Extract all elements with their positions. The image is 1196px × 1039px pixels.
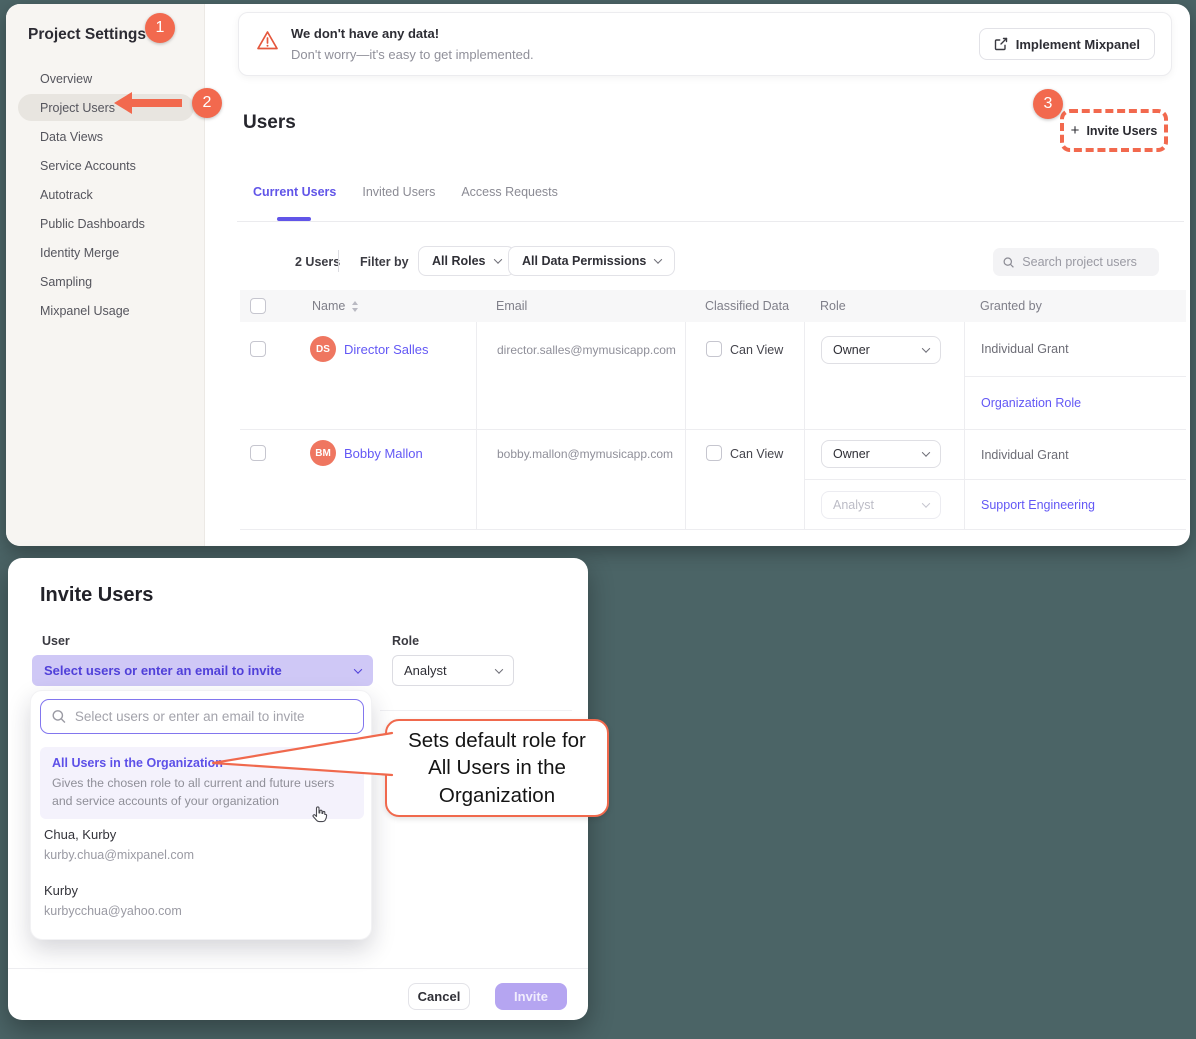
chevron-down-icon xyxy=(654,255,662,263)
user-field-label: User xyxy=(42,634,70,648)
banner-subtitle: Don't worry—it's easy to get implemented… xyxy=(291,47,534,62)
settings-sidebar: Project Settings Overview Project Users … xyxy=(6,4,205,546)
chevron-down-icon xyxy=(922,448,930,456)
user-name-link[interactable]: Director Salles xyxy=(344,342,429,357)
sidebar-item-service-accounts[interactable]: Service Accounts xyxy=(6,151,204,180)
table-header-row: Name Email Classified Data Role Granted … xyxy=(240,290,1186,322)
invite-users-button[interactable]: + Invite Users xyxy=(1071,122,1158,139)
organization-role-link[interactable]: Organization Role xyxy=(965,377,1186,429)
users-tabs: Current Users Invited Users Access Reque… xyxy=(253,185,558,199)
step-badge-2: 2 xyxy=(192,88,222,118)
user-email: director.salles@mymusicapp.com xyxy=(497,343,676,357)
user-name-link[interactable]: Bobby Mallon xyxy=(344,446,423,461)
all-roles-filter[interactable]: All Roles xyxy=(418,246,515,276)
can-view-label: Can View xyxy=(730,343,783,357)
chevron-down-icon xyxy=(922,499,930,507)
hand-cursor-icon xyxy=(311,805,328,824)
chevron-down-icon xyxy=(495,665,503,673)
chevron-down-icon xyxy=(922,344,930,352)
no-data-banner: We don't have any data! Don't worry—it's… xyxy=(238,12,1172,76)
sidebar-title: Project Settings xyxy=(28,26,146,44)
sidebar-item-identity-merge[interactable]: Identity Merge xyxy=(6,238,204,267)
table-row: DS Director Salles director.salles@mymus… xyxy=(240,322,1186,430)
col-header-role[interactable]: Role xyxy=(804,299,964,313)
option-user[interactable]: Chua, Kurby kurby.chua@mixpanel.com xyxy=(44,827,194,862)
step-badge-3: 3 xyxy=(1033,89,1063,119)
can-view-label: Can View xyxy=(730,447,783,461)
avatar: DS xyxy=(310,336,336,362)
external-link-icon xyxy=(994,37,1008,51)
search-input[interactable] xyxy=(1022,255,1149,269)
sidebar-item-data-views[interactable]: Data Views xyxy=(6,122,204,151)
project-settings-panel: Project Settings Overview Project Users … xyxy=(6,4,1190,546)
sidebar-item-mixpanel-usage[interactable]: Mixpanel Usage xyxy=(6,296,204,325)
chevron-down-icon xyxy=(493,255,501,263)
col-header-classified[interactable]: Classified Data xyxy=(685,299,804,313)
can-view-checkbox[interactable] xyxy=(706,341,722,357)
col-header-name[interactable]: Name xyxy=(312,299,345,313)
invite-button[interactable]: Invite xyxy=(495,983,567,1010)
tab-current-users[interactable]: Current Users xyxy=(253,185,336,199)
callout-tail xyxy=(205,725,395,780)
granted-by-entry: Individual Grant xyxy=(965,322,1186,377)
chevron-down-icon xyxy=(354,665,362,673)
role-select[interactable]: Analyst xyxy=(392,655,514,686)
all-data-permissions-filter[interactable]: All Data Permissions xyxy=(508,246,675,276)
step-badge-1: 1 xyxy=(145,13,175,43)
role-select-disabled: Analyst xyxy=(821,491,941,519)
banner-action-label: Implement Mixpanel xyxy=(1016,37,1140,52)
role-field-label: Role xyxy=(392,634,419,648)
project-users-search[interactable] xyxy=(993,248,1159,276)
implement-mixpanel-button[interactable]: Implement Mixpanel xyxy=(979,28,1155,60)
cancel-button[interactable]: Cancel xyxy=(408,983,470,1010)
tab-invited-users[interactable]: Invited Users xyxy=(362,185,435,199)
search-icon xyxy=(1003,256,1014,269)
row-checkbox[interactable] xyxy=(250,341,266,357)
filter-divider xyxy=(338,250,339,272)
tabs-divider xyxy=(237,221,1184,222)
warning-icon xyxy=(256,30,279,51)
sidebar-item-public-dashboards[interactable]: Public Dashboards xyxy=(6,209,204,238)
dropdown-search-input[interactable] xyxy=(75,709,352,724)
pointer-arrow-icon xyxy=(114,92,182,114)
sidebar-item-overview[interactable]: Overview xyxy=(6,64,204,93)
users-table: Name Email Classified Data Role Granted … xyxy=(240,290,1186,530)
avatar: BM xyxy=(310,440,336,466)
col-header-email[interactable]: Email xyxy=(476,299,685,313)
support-engineering-link[interactable]: Support Engineering xyxy=(965,480,1186,529)
sort-icon[interactable] xyxy=(351,301,359,312)
select-all-checkbox[interactable] xyxy=(250,298,266,314)
page-title: Users xyxy=(243,112,296,134)
form-divider xyxy=(380,710,572,711)
role-select[interactable]: Owner xyxy=(821,440,941,468)
screenshot-canvas: Project Settings Overview Project Users … xyxy=(0,0,1196,1039)
banner-title: We don't have any data! xyxy=(291,26,439,41)
callout-bubble: Sets default role for All Users in the O… xyxy=(385,719,609,817)
search-icon xyxy=(52,709,66,724)
option-user[interactable]: Kurby kurbycchua@yahoo.com xyxy=(44,883,182,918)
modal-footer-divider xyxy=(8,968,588,969)
granted-by-entry: Individual Grant xyxy=(965,430,1186,480)
row-checkbox[interactable] xyxy=(250,445,266,461)
plus-icon: + xyxy=(1071,122,1080,139)
filter-by-label: Filter by xyxy=(360,255,409,269)
modal-title: Invite Users xyxy=(40,584,153,607)
user-email: bobby.mallon@mymusicapp.com xyxy=(497,447,673,461)
role-select[interactable]: Owner xyxy=(821,336,941,364)
can-view-checkbox[interactable] xyxy=(706,445,722,461)
tab-access-requests[interactable]: Access Requests xyxy=(461,185,558,199)
col-header-granted-by[interactable]: Granted by xyxy=(964,299,1186,313)
user-count: 2 Users xyxy=(295,255,340,269)
user-select[interactable]: Select users or enter an email to invite xyxy=(32,655,373,686)
sidebar-item-autotrack[interactable]: Autotrack xyxy=(6,180,204,209)
table-row: BM Bobby Mallon bobby.mallon@mymusicapp.… xyxy=(240,430,1186,530)
sidebar-item-sampling[interactable]: Sampling xyxy=(6,267,204,296)
invite-users-highlight-box: + Invite Users xyxy=(1060,109,1168,152)
